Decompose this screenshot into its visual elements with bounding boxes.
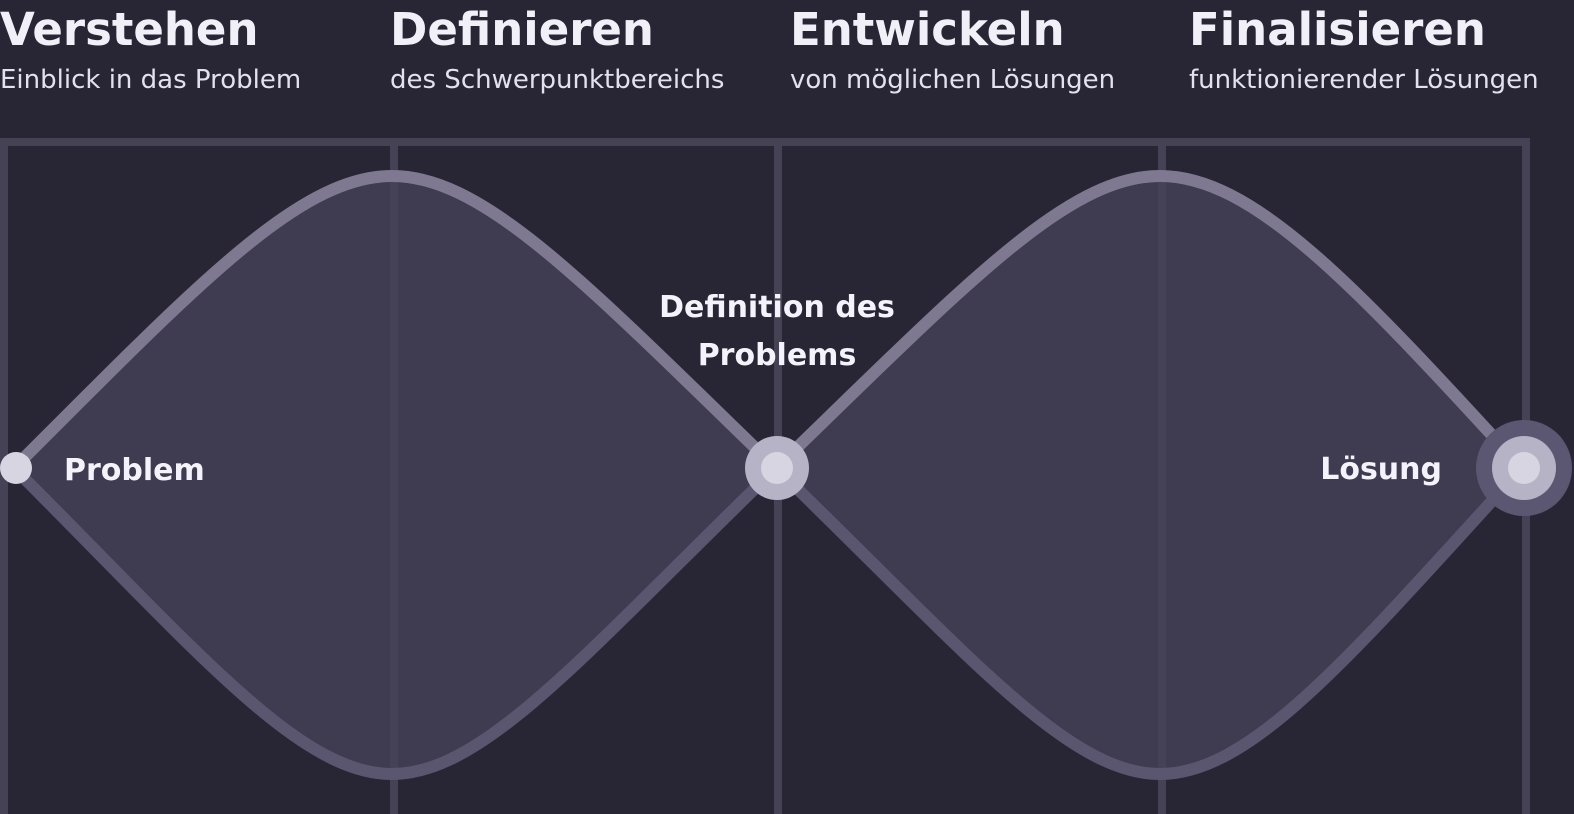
diagram-canvas: Problem Definition des Problems Lösung	[0, 138, 1572, 814]
middle-node-label: Definition des	[659, 290, 895, 325]
start-node-label: Problem	[64, 453, 205, 488]
end-node-core	[1508, 452, 1540, 484]
middle-node-label: Problems	[698, 338, 857, 373]
double-diamond-diagram: Verstehen Einblick in das Problem Defini…	[0, 0, 1574, 814]
start-node	[0, 452, 32, 484]
end-node-label: Lösung	[1320, 452, 1442, 487]
middle-node-core	[761, 452, 793, 484]
end-node	[1476, 420, 1572, 516]
middle-node	[745, 436, 809, 500]
